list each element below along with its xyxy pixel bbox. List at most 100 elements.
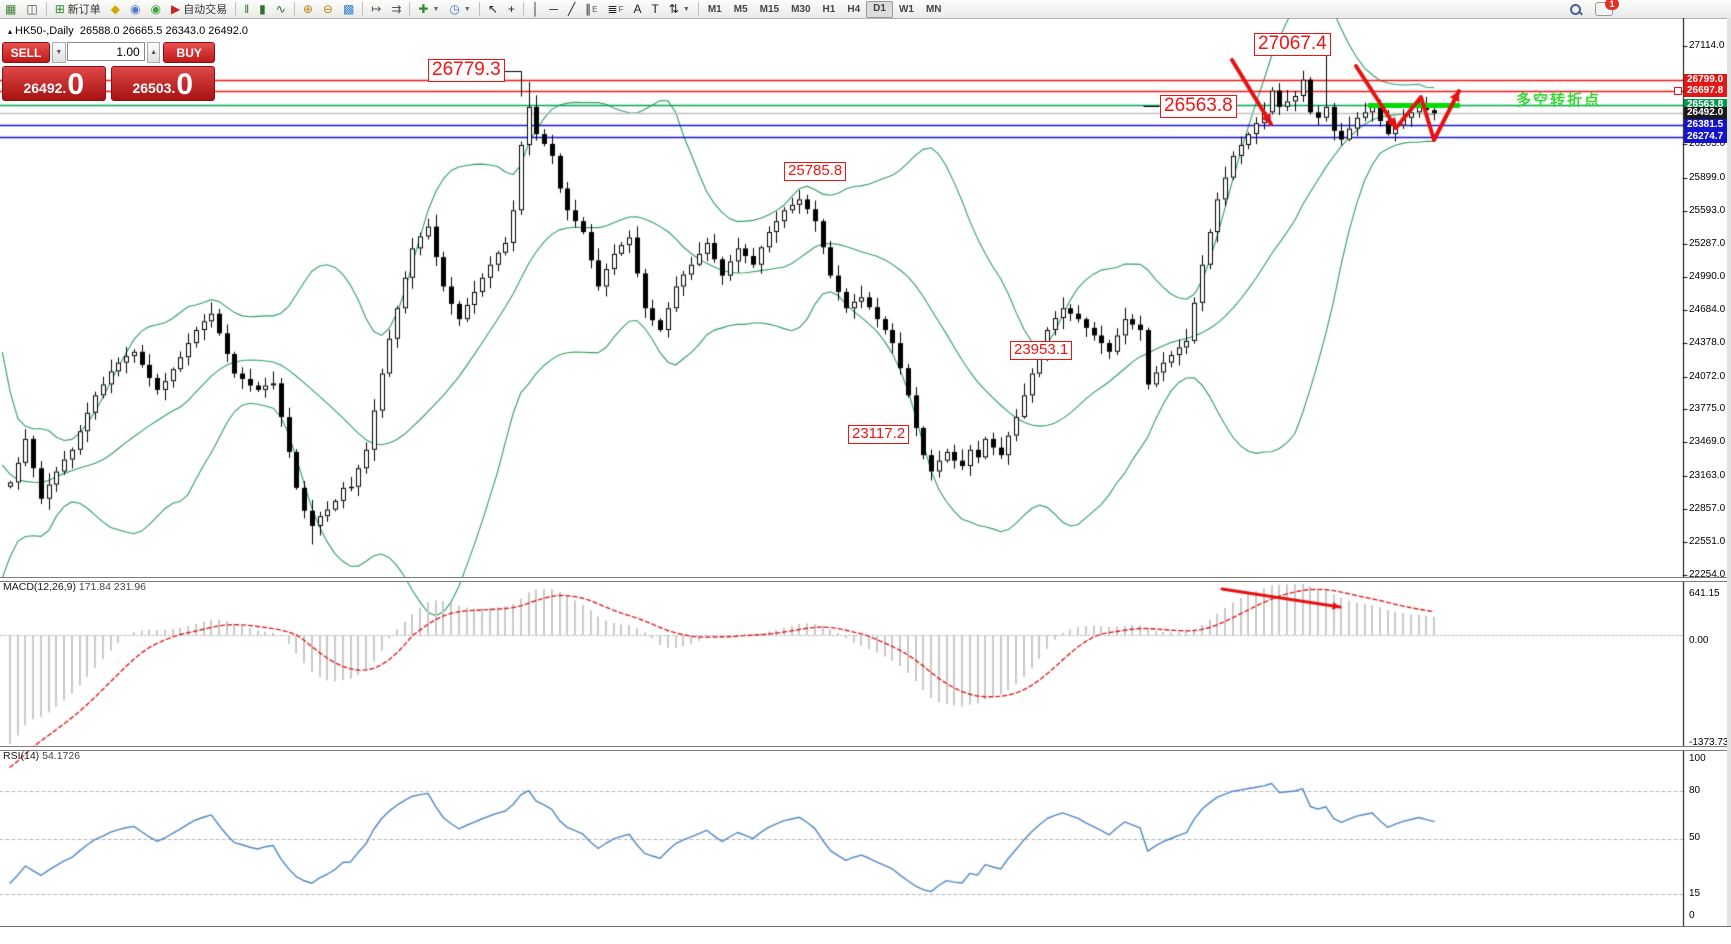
- periods-icon: ◷: [449, 1, 459, 17]
- macd-pane-splitter[interactable]: [0, 577, 1731, 582]
- sell-price[interactable]: 26492. 0: [2, 66, 106, 101]
- timeframe-w1[interactable]: W1: [893, 2, 920, 17]
- price-tick: 22254.0: [1689, 569, 1731, 580]
- line-chart-icon[interactable]: ∿: [271, 1, 291, 17]
- auto-scroll-icon: ↦: [371, 1, 381, 17]
- fibonacci-icon[interactable]: ≣F: [603, 1, 629, 17]
- new-order-button-label: 新订单: [68, 1, 101, 17]
- candlestick-icon: ▮: [259, 1, 266, 17]
- macd-axis-label: 0.00: [1689, 635, 1708, 646]
- timeframe-h4[interactable]: H4: [841, 2, 866, 17]
- chat-icon[interactable]: 1: [1595, 2, 1613, 16]
- toolbar-separator: [523, 2, 524, 16]
- auto-scroll-icon[interactable]: ↦: [366, 1, 386, 17]
- profiles-icon: ◫: [26, 1, 37, 17]
- main-chart-canvas[interactable]: [0, 18, 1727, 926]
- sell-button[interactable]: SELL: [2, 42, 50, 63]
- channel-icon: ∥: [585, 1, 591, 17]
- ohlc-values: 26588.0 26665.5 26343.0 26492.0: [80, 25, 248, 37]
- community-icon[interactable]: ◉: [125, 1, 145, 17]
- price-tick: 23163.0: [1689, 470, 1731, 481]
- price-tick: 25287.0: [1689, 238, 1731, 249]
- buy-button[interactable]: BUY: [163, 42, 215, 63]
- one-click-trading-panel: SELL ▼ ▲ BUY 26492. 0 26503. 0: [2, 42, 215, 101]
- timeframe-m1[interactable]: M1: [702, 2, 728, 17]
- text-icon[interactable]: A: [628, 1, 646, 17]
- volume-up-button[interactable]: ▲: [147, 42, 161, 63]
- timeframe-m30[interactable]: M30: [785, 2, 816, 17]
- vline-icon[interactable]: │: [527, 1, 545, 17]
- cursor-icon: ↖: [488, 1, 498, 17]
- chart-title: ▴HK50-,Daily 26588.0 26665.5 26343.0 264…: [8, 25, 248, 37]
- channel-icon[interactable]: ∥E: [580, 1, 602, 17]
- rsi-axis-label: 50: [1689, 832, 1700, 843]
- price-badge-26381.5: 26381.5: [1684, 119, 1731, 131]
- toolbar-separator: [294, 2, 295, 16]
- price-tick: 22551.0: [1689, 536, 1731, 547]
- macd-axis-label: -1373.73: [1689, 737, 1728, 748]
- zoom-out-icon: ⊖: [323, 1, 333, 17]
- toolbar-separator: [235, 2, 236, 16]
- periods-icon[interactable]: ◷▼: [444, 1, 475, 17]
- cursor-icon[interactable]: ↖: [483, 1, 503, 17]
- profiles-icon[interactable]: ◫: [21, 1, 42, 17]
- candlestick-icon[interactable]: ▮: [254, 1, 271, 17]
- bar-chart-icon[interactable]: ‖: [239, 1, 254, 17]
- price-tick: 24378.0: [1689, 337, 1731, 348]
- new-order-button[interactable]: ⊞新订单: [50, 1, 106, 17]
- price-label-27067.4[interactable]: 27067.4: [1254, 33, 1331, 56]
- crosshair-icon: +: [508, 1, 515, 17]
- label-icon[interactable]: T: [646, 1, 663, 17]
- new-chart-icon[interactable]: ▦: [0, 1, 21, 17]
- hline-handle[interactable]: [1674, 87, 1682, 95]
- indicators-icon[interactable]: ✚▼: [413, 1, 444, 17]
- tile-windows-icon[interactable]: ▩: [338, 1, 359, 17]
- scrollbar[interactable]: [1727, 18, 1731, 926]
- volume-down-button[interactable]: ▼: [52, 42, 66, 63]
- rsi-pane-splitter[interactable]: [0, 746, 1731, 751]
- vline-icon: │: [532, 1, 540, 17]
- price-label-23117.2[interactable]: 23117.2: [848, 425, 909, 444]
- price-label-26779.3[interactable]: 26779.3: [428, 59, 505, 82]
- time-axis[interactable]: [0, 926, 1731, 944]
- price-badge-26274.7: 26274.7: [1684, 131, 1731, 143]
- symbol-name: HK50-,Daily: [15, 25, 74, 37]
- zoom-in-icon: ⊕: [303, 1, 313, 17]
- timeframe-mn[interactable]: MN: [920, 2, 948, 17]
- indicators-icon-dropdown: ▼: [432, 6, 439, 13]
- rsi-axis-label: 80: [1689, 785, 1700, 796]
- timeframe-d1[interactable]: D1: [866, 1, 893, 18]
- hline-icon[interactable]: ─: [544, 1, 563, 17]
- crosshair-icon[interactable]: +: [503, 1, 520, 17]
- zoom-in-icon[interactable]: ⊕: [298, 1, 318, 17]
- arrows-icon-dropdown: ▼: [683, 6, 690, 13]
- volume-input[interactable]: [67, 42, 145, 61]
- autotrade-button[interactable]: ▶自动交易: [166, 1, 232, 17]
- price-tick: 24684.0: [1689, 304, 1731, 315]
- timeframe-m15[interactable]: M15: [754, 2, 785, 17]
- timeframe-m5[interactable]: M5: [728, 2, 754, 17]
- price-label-25785.8[interactable]: 25785.8: [784, 162, 846, 181]
- macd-indicator-label: MACD(12,26,9) 171.84 231.96: [3, 581, 146, 593]
- price-tick: 24990.0: [1689, 271, 1731, 282]
- toolbar-separator: [362, 2, 363, 16]
- macd-axis-label: 641.15: [1689, 588, 1720, 599]
- buy-price[interactable]: 26503. 0: [111, 66, 216, 101]
- price-label-26563.8[interactable]: 26563.8: [1160, 95, 1237, 118]
- arrows-icon[interactable]: ⇅▼: [664, 1, 695, 17]
- rsi-value: 54.1726: [42, 750, 80, 762]
- price-tick: 25899.0: [1689, 172, 1731, 183]
- zoom-out-icon[interactable]: ⊖: [318, 1, 338, 17]
- price-tick: 27114.0: [1689, 40, 1731, 51]
- market-icon: ◆: [111, 1, 120, 17]
- search-icon[interactable]: [1570, 4, 1581, 15]
- timeframe-h1[interactable]: H1: [817, 2, 842, 17]
- chart-shift-icon[interactable]: ⇉: [386, 1, 406, 17]
- market-icon[interactable]: ◆: [106, 1, 125, 17]
- trendline-icon[interactable]: ╱: [563, 1, 580, 17]
- mt4-trading-platform: ▦◫⊞新订单◆◉◉▶自动交易‖▮∿⊕⊖▩↦⇉✚▼◷▼↖+│─╱∥E≣FAT⇅▼M…: [0, 0, 1731, 944]
- turning-point-annotation[interactable]: 多空转折点: [1516, 89, 1601, 110]
- signals-icon[interactable]: ◉: [145, 1, 165, 17]
- rsi-axis-label: 0: [1689, 910, 1695, 921]
- price-label-23953.1[interactable]: 23953.1: [1010, 341, 1072, 360]
